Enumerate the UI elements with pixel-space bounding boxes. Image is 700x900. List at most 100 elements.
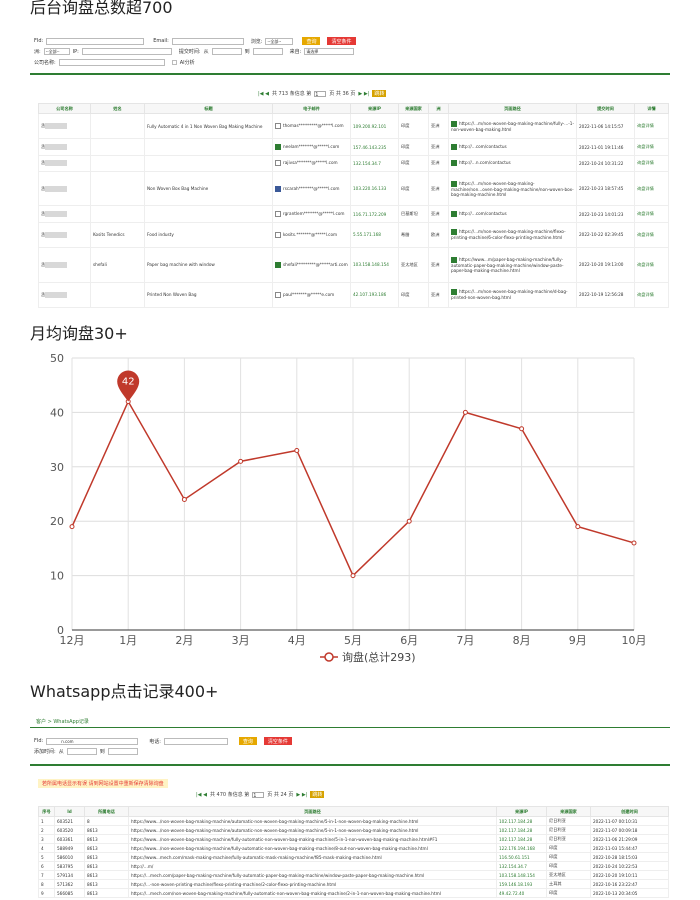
last-page-icon[interactable]: ▶ ▶|	[296, 792, 307, 798]
data-point	[294, 447, 300, 453]
path-link[interactable]: https://...m/non-woven-bag-making-machin…	[451, 181, 574, 197]
path-link[interactable]: https://...m/non-woven-bag-making-machin…	[451, 229, 566, 240]
redacted-block	[45, 123, 68, 130]
column-header: 详情	[634, 103, 669, 114]
detail-link[interactable]: 询盘详情	[634, 247, 669, 283]
ip-cell: 132.154.34.7	[350, 154, 399, 173]
name-cell	[90, 112, 145, 140]
inquiry-search-form: FId: Email: 浏览: --全部-- 查询 清空条件 洲: --全部--…	[30, 33, 670, 75]
ip-cell: 157.46.143.235	[350, 138, 399, 156]
first-page-icon[interactable]: |◀ ◀	[196, 792, 207, 798]
path-link[interactable]: https://...mech.com/non-woven-bag-making…	[128, 888, 497, 898]
detail-link[interactable]: 询盘详情	[634, 138, 669, 156]
last-page-icon[interactable]: ▶ ▶|	[358, 91, 369, 97]
continent-cell: 亚洲	[428, 247, 449, 283]
path-link[interactable]: http://...m/	[128, 861, 497, 871]
fid-input[interactable]	[46, 37, 145, 45]
phone-cell: 8613	[84, 861, 129, 871]
time-cell: 2022-10-20 19:10:11	[590, 870, 669, 880]
country-cell: 尼日利亚	[546, 816, 591, 826]
time-cell: 2022-11-07 00:10:31	[590, 816, 669, 826]
date-from-input[interactable]	[66, 748, 97, 755]
detail-link[interactable]: 询盘详情	[634, 205, 669, 223]
path-cell: https://...m/non-woven-bag-making-machin…	[448, 221, 577, 249]
clear-button[interactable]: 清空条件	[263, 737, 292, 745]
path-link[interactable]: https://www.../non-woven-bag-making-mach…	[128, 834, 497, 844]
path-link[interactable]: https://www.../non-woven-bag-making-mach…	[128, 843, 497, 853]
index-cell: 2	[38, 825, 55, 835]
date-to-input[interactable]	[252, 48, 283, 55]
y-tick-label: 40	[50, 406, 64, 419]
ip-cell: 103.158.148.154	[496, 870, 547, 880]
path-link[interactable]: https://...m/non-woven-bag-making-machin…	[451, 289, 568, 300]
data-point	[350, 573, 356, 579]
go-button[interactable]: 跳转	[372, 90, 387, 97]
email-cell: thomas*********@*****l.com	[272, 112, 351, 140]
generic-icon	[275, 123, 281, 130]
country-cell: 印度	[546, 843, 591, 853]
pager-text: 共 470 条信息 第	[209, 792, 250, 798]
table-row: 丞 Kosits Tenedics Food industy kosits.*****…	[38, 221, 669, 249]
go-button[interactable]: 跳转	[310, 791, 325, 798]
ip-cell: 49.42.72.40	[496, 888, 547, 898]
submit-time-label: 提交时间:	[178, 49, 201, 55]
continent-cell: 亚洲	[428, 112, 449, 140]
ip-input[interactable]	[81, 48, 172, 55]
date-to-input[interactable]	[107, 748, 138, 755]
path-link[interactable]: https://www.../non-woven-bag-making-mach…	[128, 825, 497, 835]
generic-icon	[275, 211, 281, 218]
path-link[interactable]: https://...mech.com/paper-bag-making-mac…	[128, 870, 497, 880]
clear-button[interactable]: 清空条件	[327, 37, 356, 45]
browser-select[interactable]: --全部--	[265, 37, 294, 45]
name-cell	[90, 281, 145, 309]
page-input[interactable]: 1	[314, 90, 327, 98]
column-header: 页面路径	[128, 806, 497, 817]
x-tick-label: 6月	[400, 634, 418, 647]
date-from-input[interactable]	[211, 48, 242, 55]
country-cell: 希腊	[398, 221, 429, 249]
path-link[interactable]: http://...n.com/contactus	[459, 160, 511, 165]
title-cell: Fully Automatic 4 in 1 Non Woven Bag Mak…	[144, 112, 273, 140]
table-row: 丞 shefali Paper bag machine with window she…	[38, 247, 669, 283]
email-text: shefali*********@*****arti.com	[283, 261, 348, 267]
path-link[interactable]: http://...com/contactus	[459, 144, 507, 149]
ai-checkbox[interactable]	[171, 60, 177, 65]
id-cell: 566085	[54, 888, 85, 898]
path-link[interactable]: https://www...mech.com/mask-making-machi…	[128, 852, 497, 862]
detail-link[interactable]: 询盘详情	[634, 281, 669, 309]
company-input[interactable]	[58, 59, 165, 66]
detail-link[interactable]: 询盘详情	[634, 170, 669, 207]
name-cell	[90, 154, 145, 173]
source-select[interactable]: 请选择	[304, 48, 355, 55]
detail-link[interactable]: 询盘详情	[634, 221, 669, 249]
path-cell: https://...m/non-woven-bag-making-machin…	[448, 281, 577, 309]
email-input[interactable]	[171, 37, 244, 45]
country-cell: 巴基斯坦	[398, 205, 429, 223]
time-cell: 2022-10-19 12:56:28	[576, 281, 635, 309]
path-link[interactable]: https://...m/non-woven-bag-making-machin…	[451, 121, 574, 132]
column-header: 来源国家	[398, 103, 429, 114]
path-link[interactable]: https://www.../non-woven-bag-making-mach…	[128, 816, 497, 826]
phone-cell: 8613	[84, 825, 129, 835]
y-tick-label: 20	[50, 515, 64, 528]
region-select[interactable]: --全部--	[43, 48, 70, 55]
index-cell: 7	[38, 870, 55, 880]
search-button[interactable]: 查询	[302, 37, 321, 45]
column-header: 序号	[38, 806, 55, 817]
detail-link[interactable]: 询盘详情	[634, 112, 669, 140]
page-input[interactable]: 1	[252, 791, 265, 799]
path-link[interactable]: https://...-non-woven-printing-machine/f…	[128, 879, 497, 889]
email-text: rscarah*******@*****l.com	[283, 185, 340, 191]
table-row: 2 603520 8613 https://www.../non-woven-bag-…	[38, 825, 669, 835]
phone-cell: 8	[84, 816, 129, 826]
path-link[interactable]: https://www...m/paper-bag-making-machine…	[451, 257, 564, 273]
column-header: 提交时间	[576, 103, 635, 114]
path-link[interactable]: http://...com/contactus	[459, 211, 507, 216]
continent-cell: 亚洲	[428, 138, 449, 156]
first-page-icon[interactable]: |◀ ◀	[258, 91, 269, 97]
fid-input[interactable]: n.com	[46, 737, 139, 745]
search-button[interactable]: 查询	[238, 737, 257, 745]
phone-input[interactable]	[163, 737, 228, 745]
detail-link[interactable]: 询盘详情	[634, 154, 669, 173]
index-cell: 8	[38, 879, 55, 889]
